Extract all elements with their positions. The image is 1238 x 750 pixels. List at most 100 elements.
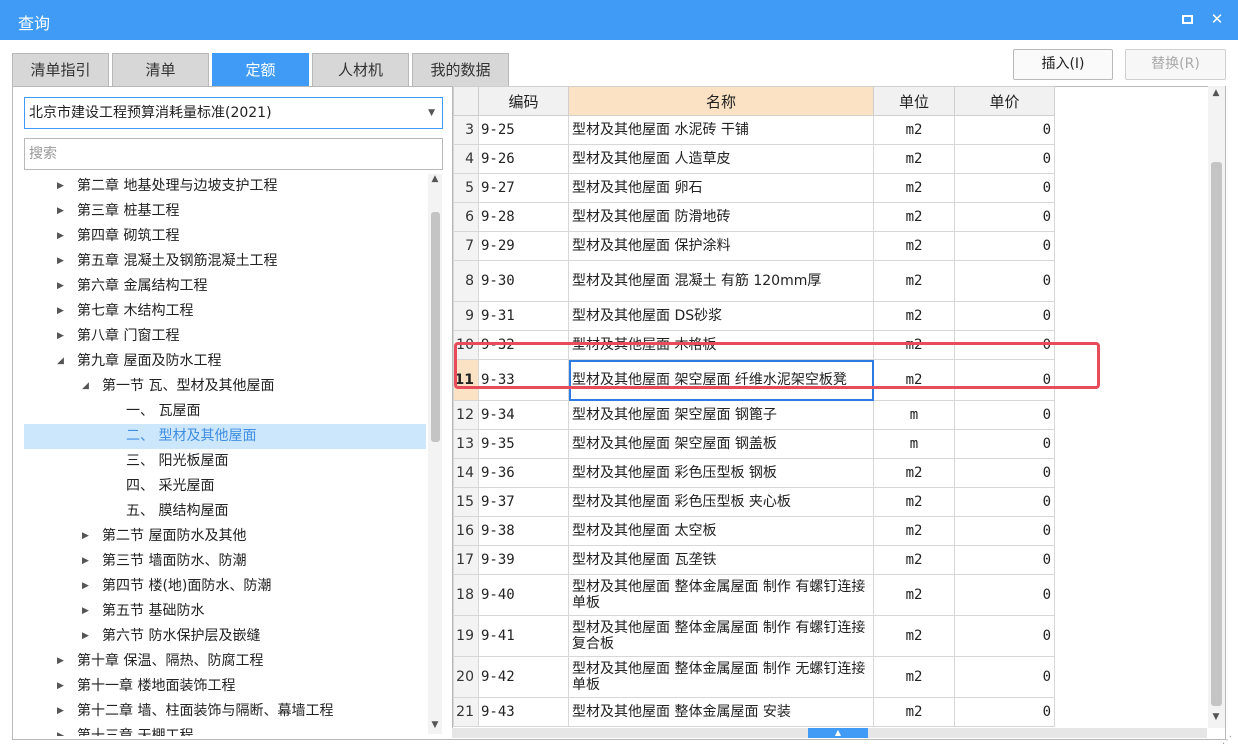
cell-price[interactable]: 0 bbox=[954, 260, 1055, 302]
cell-name[interactable]: 型材及其他屋面 太空板 bbox=[568, 516, 874, 546]
cell-name[interactable]: 型材及其他屋面 整体金属屋面 制作 无螺钉连接 单板 bbox=[568, 656, 874, 698]
tree-item[interactable]: ▶ 第五章 混凝土及钢筋混凝土工程 bbox=[24, 249, 426, 274]
cell-name[interactable]: 型材及其他屋面 卵石 bbox=[568, 173, 874, 203]
table-row[interactable]: 14 9-36 型材及其他屋面 彩色压型板 钢板 m2 0 bbox=[453, 458, 1055, 488]
collapsed-arrow-icon[interactable]: ▶ bbox=[82, 549, 89, 574]
header-code[interactable]: 编码 bbox=[478, 86, 569, 116]
cell-price[interactable]: 0 bbox=[954, 359, 1055, 401]
cell-code[interactable]: 9-38 bbox=[478, 516, 569, 546]
cell-code[interactable]: 9-41 bbox=[478, 615, 569, 657]
cell-code[interactable]: 9-32 bbox=[478, 330, 569, 360]
table-row[interactable]: 11 9-33 型材及其他屋面 架空屋面 纤维水泥架空板凳 m2 0 bbox=[453, 359, 1055, 401]
tree-item[interactable]: 四、 采光屋面 bbox=[24, 474, 426, 499]
collapsed-arrow-icon[interactable]: ▶ bbox=[57, 649, 64, 674]
table-row[interactable]: 9 9-31 型材及其他屋面 DS砂浆 m2 0 bbox=[453, 301, 1055, 331]
cell-name[interactable]: 型材及其他屋面 人造草皮 bbox=[568, 144, 874, 174]
tree-item[interactable]: 二、 型材及其他屋面 bbox=[24, 424, 426, 449]
cell-name[interactable]: 型材及其他屋面 水泥砖 干铺 bbox=[568, 115, 874, 145]
cell-code[interactable]: 9-37 bbox=[478, 487, 569, 517]
cell-code[interactable]: 9-25 bbox=[478, 115, 569, 145]
cell-code[interactable]: 9-39 bbox=[478, 545, 569, 575]
cell-unit[interactable]: m2 bbox=[873, 202, 955, 232]
tree-item[interactable]: ▶ 第十二章 墙、柱面装饰与隔断、幕墙工程 bbox=[24, 699, 426, 724]
cell-name[interactable]: 型材及其他屋面 整体金属屋面 制作 有螺钉连接 单板 bbox=[568, 574, 874, 616]
cell-unit[interactable]: m2 bbox=[873, 144, 955, 174]
cell-price[interactable]: 0 bbox=[954, 516, 1055, 546]
cell-price[interactable]: 0 bbox=[954, 330, 1055, 360]
table-row[interactable]: 21 9-43 型材及其他屋面 整体金属屋面 安装 m2 0 bbox=[453, 697, 1055, 727]
tree-item[interactable]: ▶ 第十三章 天棚工程 bbox=[24, 724, 426, 736]
table-row[interactable]: 4 9-26 型材及其他屋面 人造草皮 m2 0 bbox=[453, 144, 1055, 174]
cell-price[interactable]: 0 bbox=[954, 202, 1055, 232]
cell-name[interactable]: 型材及其他屋面 彩色压型板 钢板 bbox=[568, 458, 874, 488]
cell-code[interactable]: 9-33 bbox=[478, 359, 569, 401]
table-row[interactable]: 7 9-29 型材及其他屋面 保护涂料 m2 0 bbox=[453, 231, 1055, 261]
cell-name[interactable]: 型材及其他屋面 防滑地砖 bbox=[568, 202, 874, 232]
tree-item[interactable]: ▶ 第二节 屋面防水及其他 bbox=[24, 524, 426, 549]
cell-price[interactable]: 0 bbox=[954, 458, 1055, 488]
close-icon[interactable]: ✕ bbox=[1206, 8, 1228, 30]
cell-unit[interactable]: m bbox=[873, 400, 955, 430]
collapsed-arrow-icon[interactable]: ▶ bbox=[82, 574, 89, 599]
table-row[interactable]: 5 9-27 型材及其他屋面 卵石 m2 0 bbox=[453, 173, 1055, 203]
cell-price[interactable]: 0 bbox=[954, 173, 1055, 203]
cell-unit[interactable]: m2 bbox=[873, 697, 955, 727]
grid-scroll-thumb[interactable] bbox=[1211, 162, 1222, 706]
table-row[interactable]: 3 9-25 型材及其他屋面 水泥砖 干铺 m2 0 bbox=[453, 115, 1055, 145]
standard-select[interactable]: 北京市建设工程预算消耗量标准(2021) ▼ bbox=[24, 97, 443, 129]
tree-item[interactable]: ▶ 第四节 楼(地)面防水、防潮 bbox=[24, 574, 426, 599]
scroll-up-icon[interactable]: ▲ bbox=[428, 174, 442, 184]
cell-unit[interactable]: m2 bbox=[873, 615, 955, 657]
tree-item[interactable]: ▶ 第七章 木结构工程 bbox=[24, 299, 426, 324]
grid-scrollbar[interactable]: ▲ ▼ bbox=[1208, 86, 1225, 728]
cell-unit[interactable]: m2 bbox=[873, 260, 955, 302]
table-row[interactable]: 17 9-39 型材及其他屋面 瓦垄铁 m2 0 bbox=[453, 545, 1055, 575]
collapsed-arrow-icon[interactable]: ▶ bbox=[57, 324, 64, 349]
table-row[interactable]: 10 9-32 型材及其他屋面 木格板 m2 0 bbox=[453, 330, 1055, 360]
table-row[interactable]: 20 9-42 型材及其他屋面 整体金属屋面 制作 无螺钉连接 单板 m2 0 bbox=[453, 656, 1055, 698]
table-row[interactable]: 13 9-35 型材及其他屋面 架空屋面 钢盖板 m 0 bbox=[453, 429, 1055, 459]
cell-code[interactable]: 9-26 bbox=[478, 144, 569, 174]
tree-item[interactable]: 三、 阳光板屋面 bbox=[24, 449, 426, 474]
tree-item[interactable]: ▶ 第二章 地基处理与边坡支护工程 bbox=[24, 174, 426, 199]
collapsed-arrow-icon[interactable]: ▶ bbox=[57, 274, 64, 299]
cell-price[interactable]: 0 bbox=[954, 231, 1055, 261]
scroll-down-icon[interactable]: ▼ bbox=[1209, 712, 1223, 722]
cell-unit[interactable]: m2 bbox=[873, 330, 955, 360]
cell-unit[interactable]: m2 bbox=[873, 458, 955, 488]
cell-name[interactable]: 型材及其他屋面 架空屋面 钢盖板 bbox=[568, 429, 874, 459]
collapsed-arrow-icon[interactable]: ▶ bbox=[82, 599, 89, 624]
cell-code[interactable]: 9-31 bbox=[478, 301, 569, 331]
cell-unit[interactable]: m2 bbox=[873, 115, 955, 145]
tree-item[interactable]: 一、 瓦屋面 bbox=[24, 399, 426, 424]
header-name[interactable]: 名称 bbox=[568, 86, 874, 116]
tab-my-data[interactable]: 我的数据 bbox=[412, 53, 509, 86]
table-row[interactable]: 6 9-28 型材及其他屋面 防滑地砖 m2 0 bbox=[453, 202, 1055, 232]
cell-name[interactable]: 型材及其他屋面 木格板 bbox=[568, 330, 874, 360]
collapsed-arrow-icon[interactable]: ▶ bbox=[57, 724, 64, 736]
tree-item[interactable]: ▶ 第八章 门窗工程 bbox=[24, 324, 426, 349]
table-row[interactable]: 15 9-37 型材及其他屋面 彩色压型板 夹心板 m2 0 bbox=[453, 487, 1055, 517]
cell-unit[interactable]: m2 bbox=[873, 545, 955, 575]
cell-code[interactable]: 9-42 bbox=[478, 656, 569, 698]
collapsed-arrow-icon[interactable]: ▶ bbox=[57, 299, 64, 324]
cell-name[interactable]: 型材及其他屋面 保护涂料 bbox=[568, 231, 874, 261]
cell-unit[interactable]: m2 bbox=[873, 516, 955, 546]
tree-item[interactable]: ▶ 第三节 墙面防水、防潮 bbox=[24, 549, 426, 574]
tree-scrollbar[interactable]: ▲ ▼ bbox=[428, 174, 442, 734]
tab-bill[interactable]: 清单 bbox=[112, 53, 209, 86]
expanded-arrow-icon[interactable]: ◢ bbox=[82, 374, 89, 399]
cell-code[interactable]: 9-29 bbox=[478, 231, 569, 261]
cell-code[interactable]: 9-28 bbox=[478, 202, 569, 232]
cell-name[interactable]: 型材及其他屋面 架空屋面 纤维水泥架空板凳 bbox=[568, 359, 874, 401]
tree-item[interactable]: ◢ 第九章 屋面及防水工程 bbox=[24, 349, 426, 374]
cell-price[interactable]: 0 bbox=[954, 656, 1055, 698]
table-row[interactable]: 12 9-34 型材及其他屋面 架空屋面 钢篦子 m 0 bbox=[453, 400, 1055, 430]
cell-unit[interactable]: m2 bbox=[873, 487, 955, 517]
tree-item[interactable]: ▶ 第四章 砌筑工程 bbox=[24, 224, 426, 249]
cell-unit[interactable]: m2 bbox=[873, 656, 955, 698]
cell-name[interactable]: 型材及其他屋面 架空屋面 钢篦子 bbox=[568, 400, 874, 430]
tree-item[interactable]: ▶ 第三章 桩基工程 bbox=[24, 199, 426, 224]
cell-price[interactable]: 0 bbox=[954, 115, 1055, 145]
insert-button[interactable]: 插入(I) bbox=[1013, 49, 1113, 80]
